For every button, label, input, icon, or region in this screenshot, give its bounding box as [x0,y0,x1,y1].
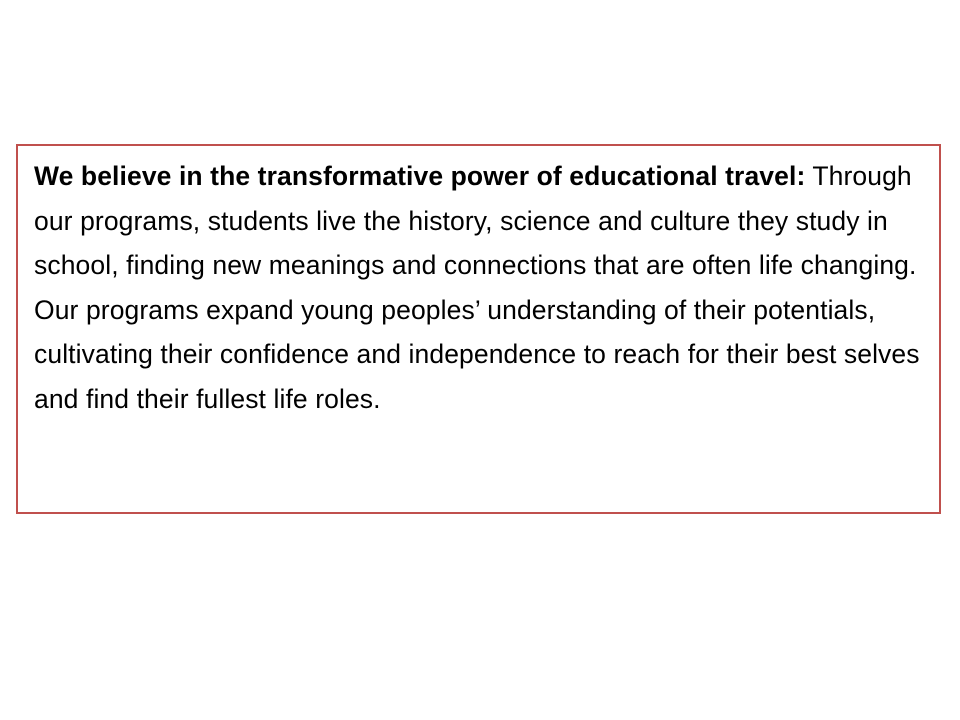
mission-paragraph: We believe in the transformative power o… [34,154,923,421]
mission-text-box: We believe in the transformative power o… [16,144,941,514]
mission-lead: We believe in the transformative power o… [34,161,806,191]
slide: We believe in the transformative power o… [0,0,960,720]
mission-body: Through our programs, students live the … [34,161,920,414]
